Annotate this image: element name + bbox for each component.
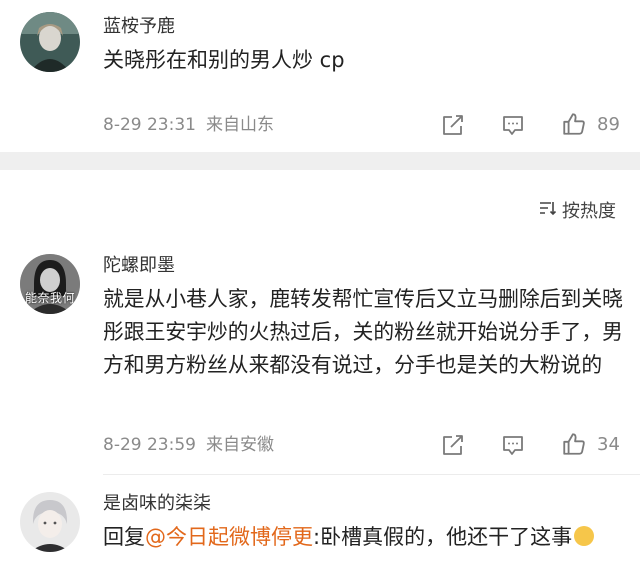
comment-text: 就是从小巷人家，鹿转发帮忙宣传后又立马删除后到关晓彤跟王安宇炒的火热过后，关的粉… [103,287,623,377]
comment-date: 8-29 23:59 [103,435,196,455]
like-count: 89 [597,114,620,135]
comment-meta: 8-29 23:31 来自山东 [103,113,274,137]
comment-icon[interactable] [501,113,525,137]
mention-link[interactable]: @今日起微博停更 [145,525,313,549]
username[interactable]: 蓝桉予鹿 [103,15,175,39]
share-icon[interactable] [441,113,465,137]
like-icon[interactable] [561,431,587,457]
comment-meta: 8-29 23:59 来自安徽 [103,433,274,457]
avatar[interactable] [20,492,80,552]
section-divider [0,152,640,170]
like-icon[interactable] [561,111,587,137]
emoji-sweat-icon [574,526,595,546]
reply-prefix: 回复 [103,525,145,549]
share-icon[interactable] [441,433,465,457]
username[interactable]: 陀螺即墨 [103,254,175,278]
like-count: 34 [597,434,620,455]
comment-date: 8-29 23:31 [103,115,196,135]
avatar[interactable] [20,12,80,72]
avatar-caption: 能奈我何 [24,291,75,305]
comment-text: 关晓彤在和别的男人炒 cp [103,48,345,72]
reply-text: :卧槽真假的，他还干了这事 [313,525,573,549]
username[interactable]: 是卤味的柒柒 [103,492,211,516]
comment-location: 来自安徽 [205,435,274,455]
sort-label: 按热度 [562,201,616,222]
comment-location: 来自山东 [205,115,274,135]
comment-text: 回复@今日起微博停更:卧槽真假的，他还干了这事 [103,521,618,554]
comment-icon[interactable] [501,433,525,457]
comment-divider [103,474,640,475]
sort-by-hot-button[interactable]: 按热度 [538,197,616,223]
sort-icon [538,198,558,223]
avatar[interactable]: 能奈我何 [20,254,80,314]
